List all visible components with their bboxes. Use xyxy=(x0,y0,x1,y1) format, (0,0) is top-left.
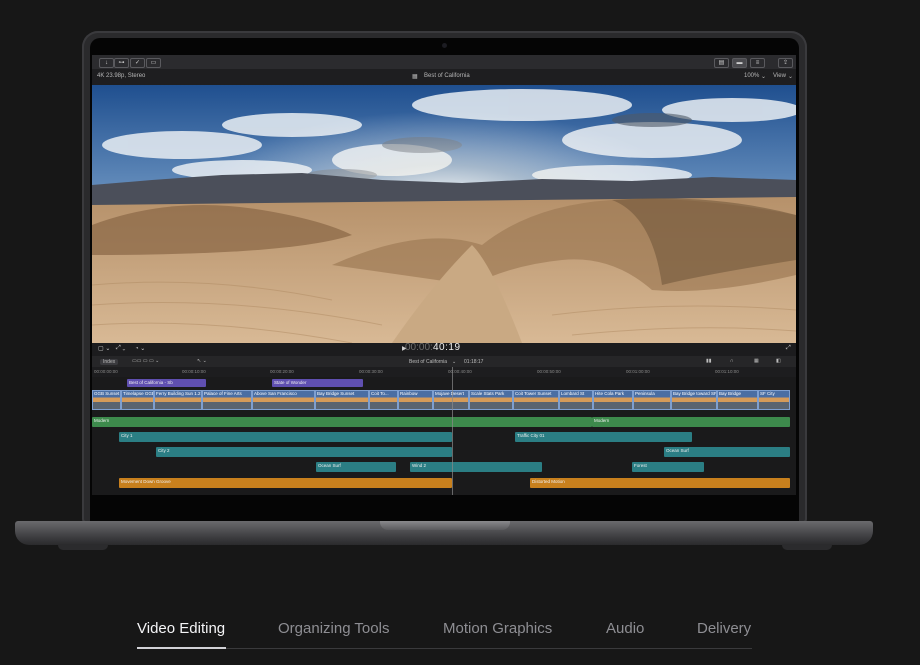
active-tab-indicator xyxy=(137,647,226,649)
index-button[interactable]: Index xyxy=(100,359,119,365)
sfx-clip[interactable]: City 2 xyxy=(156,447,452,457)
viewer-controls: ▢ ⌄ ⤢ ⌄ ◔ ⌄ ▶ 00:00: 40:19 ⤢ xyxy=(92,342,796,356)
sfx-clip[interactable]: Wind 2 xyxy=(410,462,542,472)
video-viewer[interactable] xyxy=(92,85,796,343)
video-clip[interactable]: Bay Bridge xyxy=(717,390,758,410)
timecode: 40:19 xyxy=(433,342,461,353)
video-clip[interactable]: Timelapse GGB xyxy=(121,390,154,410)
ruler-tick: 00:00:50:00 xyxy=(537,369,561,374)
tab-delivery[interactable]: Delivery xyxy=(697,620,751,637)
background-tasks-icon[interactable]: ▭ xyxy=(146,58,161,68)
film-icon: ▦ xyxy=(412,74,418,80)
sfx-clip[interactable]: Ocean Surf xyxy=(316,462,396,472)
title-clip[interactable]: State of Wonder xyxy=(272,379,363,387)
video-clip[interactable]: SF City xyxy=(758,390,790,410)
crop-icon[interactable]: ▢ ⌄ xyxy=(98,345,110,352)
video-clip[interactable]: Hite Cola Park xyxy=(593,390,633,410)
headphones-icon[interactable]: ∩ xyxy=(730,358,734,364)
chevron-down-icon: ⌄ xyxy=(761,74,767,80)
laptop-notch xyxy=(380,521,510,530)
app-screen: ↓ ⊶ ✓ ▭ ▤ ▬ ≡ ⇪ 4K 23.98p, Stereo ▦ Best… xyxy=(92,55,796,495)
keyword-icon[interactable]: ⊶ xyxy=(114,58,129,68)
import-icon[interactable]: ↓ xyxy=(99,58,114,68)
camera-icon xyxy=(442,43,447,48)
music-clip[interactable]: Movement Down Groove xyxy=(119,478,452,488)
tab-motion-graphics[interactable]: Motion Graphics xyxy=(443,620,552,637)
video-clip[interactable]: Lombard St xyxy=(559,390,593,410)
video-clip[interactable]: Peninsula xyxy=(633,390,671,410)
video-clip[interactable]: Mojave Desert xyxy=(433,390,469,410)
feature-tabs: Video Editing Organizing Tools Motion Gr… xyxy=(137,610,752,650)
sfx-clip[interactable]: City 1 xyxy=(119,432,452,442)
audio-meter-icon[interactable]: ▮▮ xyxy=(706,358,712,364)
project-title: Best of California xyxy=(424,73,470,79)
timeline-ruler[interactable]: 00:00:00:00 00:00:10:00 00:00:20:00 00:0… xyxy=(92,367,796,377)
sfx-clip[interactable]: Forest xyxy=(632,462,704,472)
sfx-clip[interactable]: Traffic City 01 xyxy=(515,432,692,442)
tabs-divider xyxy=(137,648,752,649)
video-clip[interactable]: GGB Sunset xyxy=(92,390,121,410)
video-clip[interactable]: Coit Tower Sunset xyxy=(513,390,559,410)
playhead[interactable] xyxy=(452,367,453,495)
ruler-tick: 00:01:10:00 xyxy=(715,369,739,374)
view-menu[interactable]: View xyxy=(773,73,786,79)
chevron-down-icon: ⌄ xyxy=(452,359,457,365)
analysis-icon[interactable]: ✓ xyxy=(130,58,145,68)
transform-icon[interactable]: ⤢ ⌄ xyxy=(116,345,125,352)
format-label: 4K 23.98p, Stereo xyxy=(97,73,146,79)
fullscreen-icon[interactable]: ⤢ xyxy=(786,345,791,352)
video-clip[interactable]: Rainbow xyxy=(398,390,433,410)
tab-organizing-tools[interactable]: Organizing Tools xyxy=(278,620,389,637)
video-clip[interactable]: Bay Bridge toward SF xyxy=(671,390,717,410)
timeline-title: Best of California xyxy=(409,359,448,365)
zoom-menu[interactable]: 100% xyxy=(744,73,759,79)
clip-appearance-icon[interactable]: ▦ xyxy=(754,358,759,364)
tool-menu[interactable]: ↖ ⌄ xyxy=(197,358,207,364)
ruler-tick: 00:00:00:00 xyxy=(94,369,118,374)
desert-image xyxy=(92,85,796,343)
app-toolbar: ↓ ⊶ ✓ ▭ ▤ ▬ ≡ ⇪ xyxy=(92,55,796,69)
effects-browser-icon[interactable]: ◧ xyxy=(776,358,781,364)
video-clip[interactable]: Ferry Building Sun 1.2 xyxy=(154,390,202,410)
tab-audio[interactable]: Audio xyxy=(606,620,644,637)
ruler-tick: 00:01:00:00 xyxy=(626,369,650,374)
ruler-tick: 00:00:30:00 xyxy=(359,369,383,374)
video-clip[interactable]: Above San Francisco xyxy=(252,390,315,410)
music-clip[interactable]: Distorted Motion xyxy=(530,478,790,488)
timeline-header: Index ▭▭ ▭ ▭ ⌄ ↖ ⌄ Best of California ⌄ … xyxy=(92,356,796,367)
share-icon[interactable]: ⇪ xyxy=(778,58,793,68)
title-clip[interactable]: Best of California - Sb xyxy=(127,379,206,387)
layout-icon[interactable]: ▤ xyxy=(714,58,729,68)
timeline-layout-icon[interactable]: ▬ xyxy=(732,58,747,68)
ruler-tick: 00:00:10:00 xyxy=(182,369,206,374)
viewer-info-bar: 4K 23.98p, Stereo ▦ Best of California 1… xyxy=(92,69,796,85)
music-clip[interactable]: Modern xyxy=(92,417,592,427)
ruler-tick: 00:00:20:00 xyxy=(270,369,294,374)
timeline-duration: 01:18:17 xyxy=(464,359,484,365)
video-clip[interactable]: Palace of Fine Arts xyxy=(202,390,252,410)
video-clip[interactable]: Scale Stats Park xyxy=(469,390,513,410)
chevron-down-icon: ⌄ xyxy=(788,74,794,80)
tab-video-editing[interactable]: Video Editing xyxy=(137,620,225,637)
sfx-clip[interactable]: Ocean Surf xyxy=(664,447,790,457)
timecode-prefix: 00:00: xyxy=(405,342,433,353)
speed-icon[interactable]: ◔ ⌄ xyxy=(135,345,145,352)
video-clip[interactable]: Coit To... xyxy=(369,390,398,410)
laptop-foot xyxy=(782,544,832,550)
music-clip[interactable]: Modern xyxy=(592,417,790,427)
video-clip[interactable]: Bay Bridge Sunset xyxy=(315,390,369,410)
inspector-icon[interactable]: ≡ xyxy=(750,58,765,68)
connect-icon[interactable]: ▭▭ ▭ ▭ ⌄ xyxy=(132,358,159,364)
laptop-foot xyxy=(58,544,108,550)
